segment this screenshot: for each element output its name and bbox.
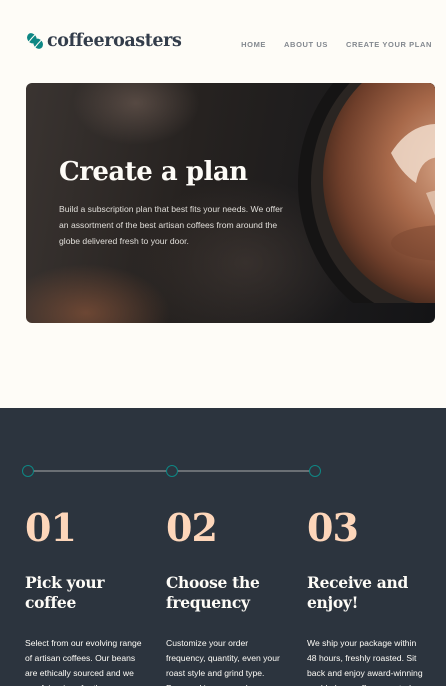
logo[interactable]: coffeeroasters xyxy=(26,31,182,51)
hero-banner: Create a plan Build a subscription plan … xyxy=(26,83,435,323)
step-2-dot xyxy=(166,465,178,477)
step-3-dot xyxy=(309,465,321,477)
site-header: coffeeroasters HOME ABOUT US CREATE YOUR… xyxy=(0,0,446,84)
nav-create-plan[interactable]: CREATE YOUR PLAN xyxy=(346,40,432,49)
hero-description: Build a subscription plan that best fits… xyxy=(59,204,283,246)
step-number: 03 xyxy=(307,505,359,550)
step-description: Customize your order frequency, quantity… xyxy=(166,638,280,686)
step-3: 03 Receive and enjoy! We ship your packa… xyxy=(307,508,437,686)
step-description: We ship your package within 48 hours, fr… xyxy=(307,638,423,686)
step-1-dot xyxy=(22,465,34,477)
how-it-works-section: 01 Pick your coffee Select from our evol… xyxy=(0,408,446,686)
step-number: 02 xyxy=(166,505,218,550)
step-title: Pick your coffee xyxy=(25,573,105,612)
coffee-cup-image xyxy=(298,83,435,303)
main-nav: HOME ABOUT US CREATE YOUR PLAN xyxy=(241,40,432,49)
step-1: 01 Pick your coffee Select from our evol… xyxy=(25,508,155,686)
coffee-bean-icon xyxy=(27,33,43,49)
brand-name: coffeeroasters xyxy=(47,31,182,51)
nav-home[interactable]: HOME xyxy=(241,40,266,49)
hero-title: Create a plan xyxy=(59,157,248,187)
nav-about-us[interactable]: ABOUT US xyxy=(284,40,328,49)
step-title: Receive and enjoy! xyxy=(307,573,409,612)
step-title: Choose the frequency xyxy=(166,573,260,612)
step-description: Select from our evolving range of artisa… xyxy=(25,638,142,686)
step-2: 02 Choose the frequency Customize your o… xyxy=(166,508,296,686)
step-number: 01 xyxy=(25,505,77,550)
